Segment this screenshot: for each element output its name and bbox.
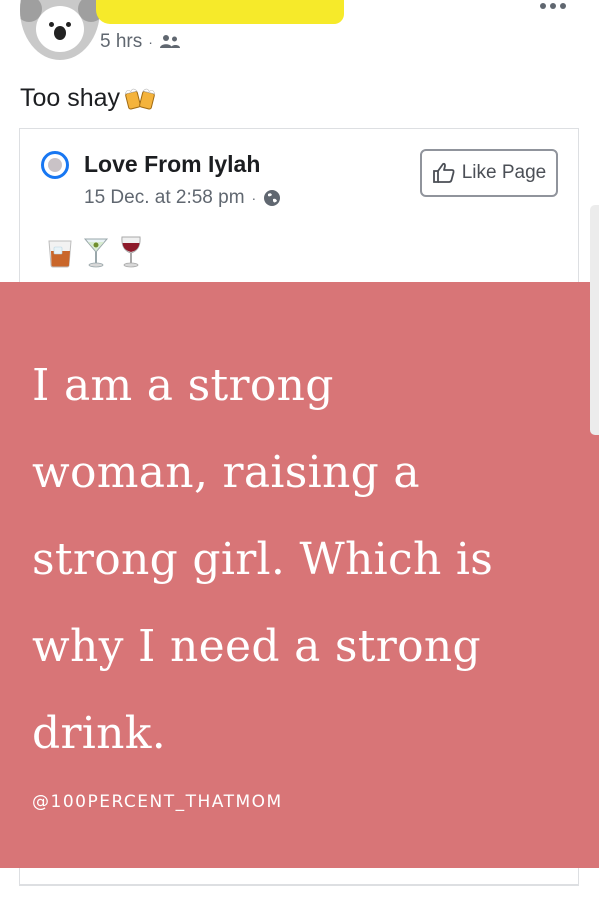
user-avatar[interactable] bbox=[20, 0, 100, 60]
shared-post-meta: 15 Dec. at 2:58 pm · bbox=[84, 187, 281, 209]
quote-line: drink. bbox=[32, 708, 167, 759]
quote-text: I am a strong woman, raising a strong gi… bbox=[32, 342, 587, 777]
beers-icon bbox=[124, 86, 156, 112]
post-text-content: Too shay bbox=[20, 84, 121, 112]
quote-image[interactable]: I am a strong woman, raising a strong gi… bbox=[0, 282, 599, 868]
post-header: 5 hrs · bbox=[0, 0, 599, 70]
more-options-icon[interactable] bbox=[538, 0, 568, 12]
like-page-label: Like Page bbox=[461, 162, 547, 183]
name-redaction bbox=[96, 0, 344, 24]
like-page-button[interactable]: Like Page bbox=[420, 149, 558, 197]
post-text: Too shay bbox=[20, 84, 156, 113]
quote-line: why I need a strong bbox=[32, 621, 481, 672]
wine-glass-icon bbox=[114, 233, 148, 269]
koala-eye-right bbox=[66, 22, 71, 27]
drinks-emoji-row bbox=[44, 233, 149, 269]
quote-handle: @100PERCENT_THATMOM bbox=[32, 792, 283, 812]
quote-line: strong girl. Which is bbox=[32, 534, 494, 585]
shared-post-date[interactable]: 15 Dec. at 2:58 pm bbox=[84, 187, 245, 209]
scrollbar[interactable] bbox=[590, 205, 599, 435]
friends-icon[interactable] bbox=[159, 34, 181, 50]
post-meta: 5 hrs · bbox=[100, 30, 181, 54]
meta-separator: · bbox=[148, 34, 153, 50]
globe-icon bbox=[263, 189, 281, 207]
tumbler-glass-icon bbox=[44, 233, 78, 269]
quote-line: I am a strong bbox=[32, 360, 334, 411]
page-avatar[interactable] bbox=[41, 151, 69, 179]
koala-eye-left bbox=[49, 22, 54, 27]
post-time[interactable]: 5 hrs bbox=[100, 31, 142, 53]
koala-nose bbox=[54, 26, 66, 40]
card-bottom-border bbox=[19, 884, 579, 885]
page-name[interactable]: Love From Iylah bbox=[84, 151, 260, 178]
quote-line: woman, raising a bbox=[32, 447, 420, 498]
cocktail-glass-icon bbox=[79, 233, 113, 269]
meta-separator: · bbox=[251, 190, 257, 206]
thumbs-up-icon bbox=[432, 162, 456, 184]
